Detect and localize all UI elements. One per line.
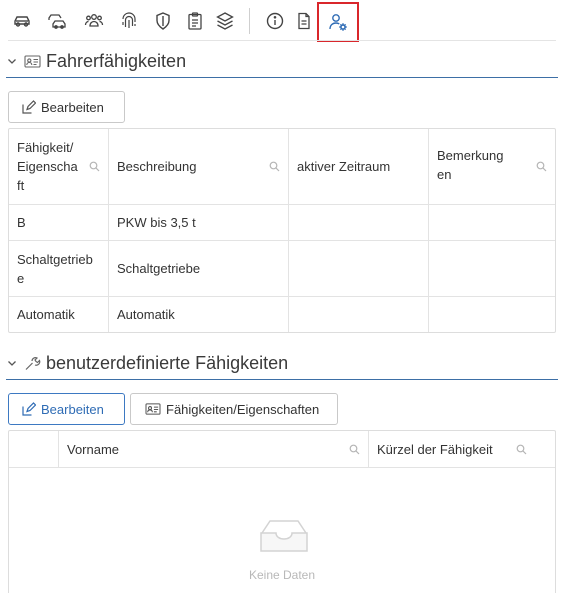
table-cell[interactable]: B (9, 205, 109, 241)
table-cell[interactable] (289, 205, 429, 241)
column-header-select[interactable] (9, 431, 59, 468)
column-header-vorname[interactable]: Vorname (59, 431, 369, 468)
edit-button[interactable]: Bearbeiten (8, 91, 125, 123)
table-cell[interactable] (289, 241, 429, 297)
chevron-down-icon[interactable] (6, 55, 18, 67)
section-benutzerdefiniert-header[interactable]: benutzerdefinierte Fähigkeiten (6, 350, 288, 376)
table-cell[interactable] (289, 297, 429, 332)
cars-icon[interactable] (46, 10, 68, 32)
table-cell[interactable]: Automatik (109, 297, 289, 332)
car-icon[interactable] (11, 10, 33, 32)
table-cell[interactable] (429, 205, 555, 241)
skills-table: Fähigkeit/ Eigenscha ft Beschreibung akt… (8, 128, 556, 333)
toolbar (0, 0, 564, 42)
empty-inbox-icon (260, 520, 308, 552)
toolbar-divider (8, 40, 556, 41)
column-header-beschreibung[interactable]: Beschreibung (109, 129, 289, 205)
section-underline (6, 379, 558, 380)
layers-icon[interactable] (214, 10, 236, 32)
section-title: Fahrerfähigkeiten (46, 50, 187, 71)
section-title: benutzerdefinierte Fähigkeiten (46, 352, 289, 373)
id-card-icon (145, 403, 161, 415)
edit-icon (22, 99, 36, 114)
table-cell[interactable]: Schaltgetrieb e (9, 241, 109, 297)
toolbar-separator (249, 8, 250, 34)
section-fahrerfaehigkeiten-header[interactable]: Fahrerfähigkeiten (6, 48, 186, 74)
column-header-aktiver-zeitraum[interactable]: aktiver Zeitraum (289, 129, 429, 205)
skills-properties-button[interactable]: Fähigkeiten/Eigenschaften (130, 393, 338, 425)
wrench-icon (25, 356, 41, 370)
search-icon[interactable] (349, 444, 360, 455)
empty-state-text: Keine Daten (248, 568, 316, 582)
search-icon[interactable] (516, 444, 527, 455)
shield-icon[interactable] (152, 10, 174, 32)
user-settings-icon[interactable] (327, 11, 349, 33)
group-icon[interactable] (83, 10, 105, 32)
info-icon[interactable] (264, 10, 286, 32)
column-header-kuerzel[interactable]: Kürzel der Fähigkeit (369, 431, 555, 468)
search-icon[interactable] (269, 161, 280, 172)
fingerprint-icon[interactable] (118, 10, 140, 32)
chevron-down-icon[interactable] (6, 357, 18, 369)
table-cell[interactable] (429, 297, 555, 332)
edit-button[interactable]: Bearbeiten (8, 393, 125, 425)
edit-icon (22, 401, 36, 416)
table-cell[interactable]: PKW bis 3,5 t (109, 205, 289, 241)
search-icon[interactable] (89, 161, 100, 172)
table-cell[interactable] (429, 241, 555, 297)
id-card-icon (24, 54, 41, 68)
column-header-bemerkungen[interactable]: Bemerkung en (429, 129, 555, 205)
table-cell[interactable]: Schaltgetriebe (109, 241, 289, 297)
table-cell[interactable]: Automatik (9, 297, 109, 332)
column-header-faehigkeit[interactable]: Fähigkeit/ Eigenscha ft (9, 129, 109, 205)
clipboard-icon[interactable] (184, 10, 206, 32)
document-icon[interactable] (293, 10, 315, 32)
section-underline (6, 77, 558, 78)
search-icon[interactable] (536, 161, 547, 172)
